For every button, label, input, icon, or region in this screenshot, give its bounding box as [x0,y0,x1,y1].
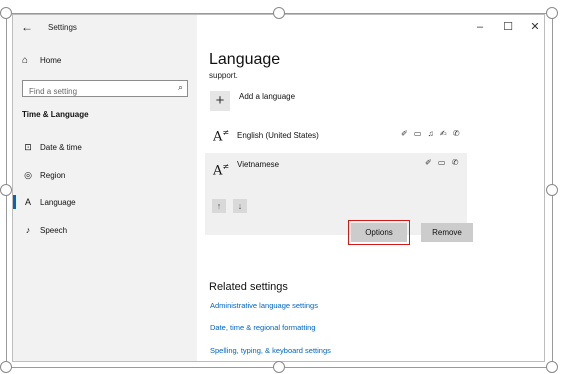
resize-handle-top-left[interactable] [0,7,12,19]
sidebar-item-label: Language [40,198,76,207]
language-features-icon: ✐ ▭ ♫ ✍ ✆ [401,129,462,138]
calendar-clock-icon: ⊡ [24,142,32,152]
settings-window: ← Settings ⌂ Home ⌕ Time & Language ⊡ Date… [12,14,545,362]
language-icon: A [24,197,31,207]
sidebar-item-speech[interactable]: ♪ Speech [22,222,67,238]
titlebar-right: – ☐ ✕ [197,15,544,41]
add-language-label[interactable]: Add a language [239,92,295,101]
search-box: ⌕ [22,80,188,99]
language-row-english[interactable]: A≠ English (United States) ✐ ▭ ♫ ✍ ✆ [205,125,467,153]
resize-handle-top-right[interactable] [546,7,558,19]
main-content: Language support. + Add a language A≠ En… [197,41,544,361]
canvas: ← Settings ⌂ Home ⌕ Time & Language ⊡ Date… [0,0,563,374]
sidebar-item-language[interactable]: A Language [13,194,76,210]
language-name: English (United States) [237,131,319,140]
sidebar-item-label: Date & time [40,143,82,152]
sidebar: ← Settings ⌂ Home ⌕ Time & Language ⊡ Date… [13,15,197,361]
sidebar-item-date-time[interactable]: ⊡ Date & time [22,139,82,155]
move-up-button[interactable]: ↑ [212,199,226,213]
link-spelling-typing-keyboard[interactable]: Spelling, typing, & keyboard settings [210,346,331,355]
close-icon[interactable]: ✕ [527,20,543,34]
sidebar-item-home[interactable]: ⌂ Home [22,55,61,66]
resize-handle-middle-left[interactable] [0,184,12,196]
microphone-icon: ♪ [25,225,31,235]
language-glyph-icon: A≠ [213,162,230,179]
sidebar-item-region[interactable]: ◎ Region [22,167,65,183]
resize-handle-middle-right[interactable] [546,184,558,196]
minimize-icon[interactable]: – [472,20,488,34]
options-highlight-outline [348,220,410,245]
language-name: Vietnamese [237,160,280,169]
titlebar-left: ← Settings [13,15,197,41]
related-settings-title: Related settings [209,281,288,293]
maximize-icon[interactable]: ☐ [500,20,516,34]
resize-handle-bottom-center[interactable] [273,361,285,373]
sidebar-section-title: Time & Language [22,110,89,119]
language-glyph-icon: A≠ [213,128,230,145]
back-arrow-icon[interactable]: ← [21,21,33,33]
search-input[interactable] [23,84,163,99]
page-title: Language [209,51,281,68]
resize-handle-bottom-right[interactable] [546,361,558,373]
window-title: Settings [48,23,77,32]
sidebar-item-label: Speech [40,226,68,235]
add-language-button[interactable]: + [210,91,230,111]
home-label: Home [40,56,62,65]
language-features-icon: ✐ ▭ ✆ [425,158,461,167]
link-administrative-language[interactable]: Administrative language settings [210,301,318,310]
move-down-button[interactable]: ↓ [233,199,247,213]
search-icon[interactable]: ⌕ [178,82,183,93]
link-date-time-regional[interactable]: Date, time & regional formatting [210,323,315,332]
page-subtitle: support. [209,71,238,80]
resize-handle-bottom-left[interactable] [0,361,12,373]
resize-handle-top-center[interactable] [273,7,285,19]
home-icon: ⌂ [22,55,29,66]
globe-icon: ◎ [24,170,32,180]
sidebar-item-label: Region [40,171,66,180]
remove-button[interactable]: Remove [421,223,473,242]
